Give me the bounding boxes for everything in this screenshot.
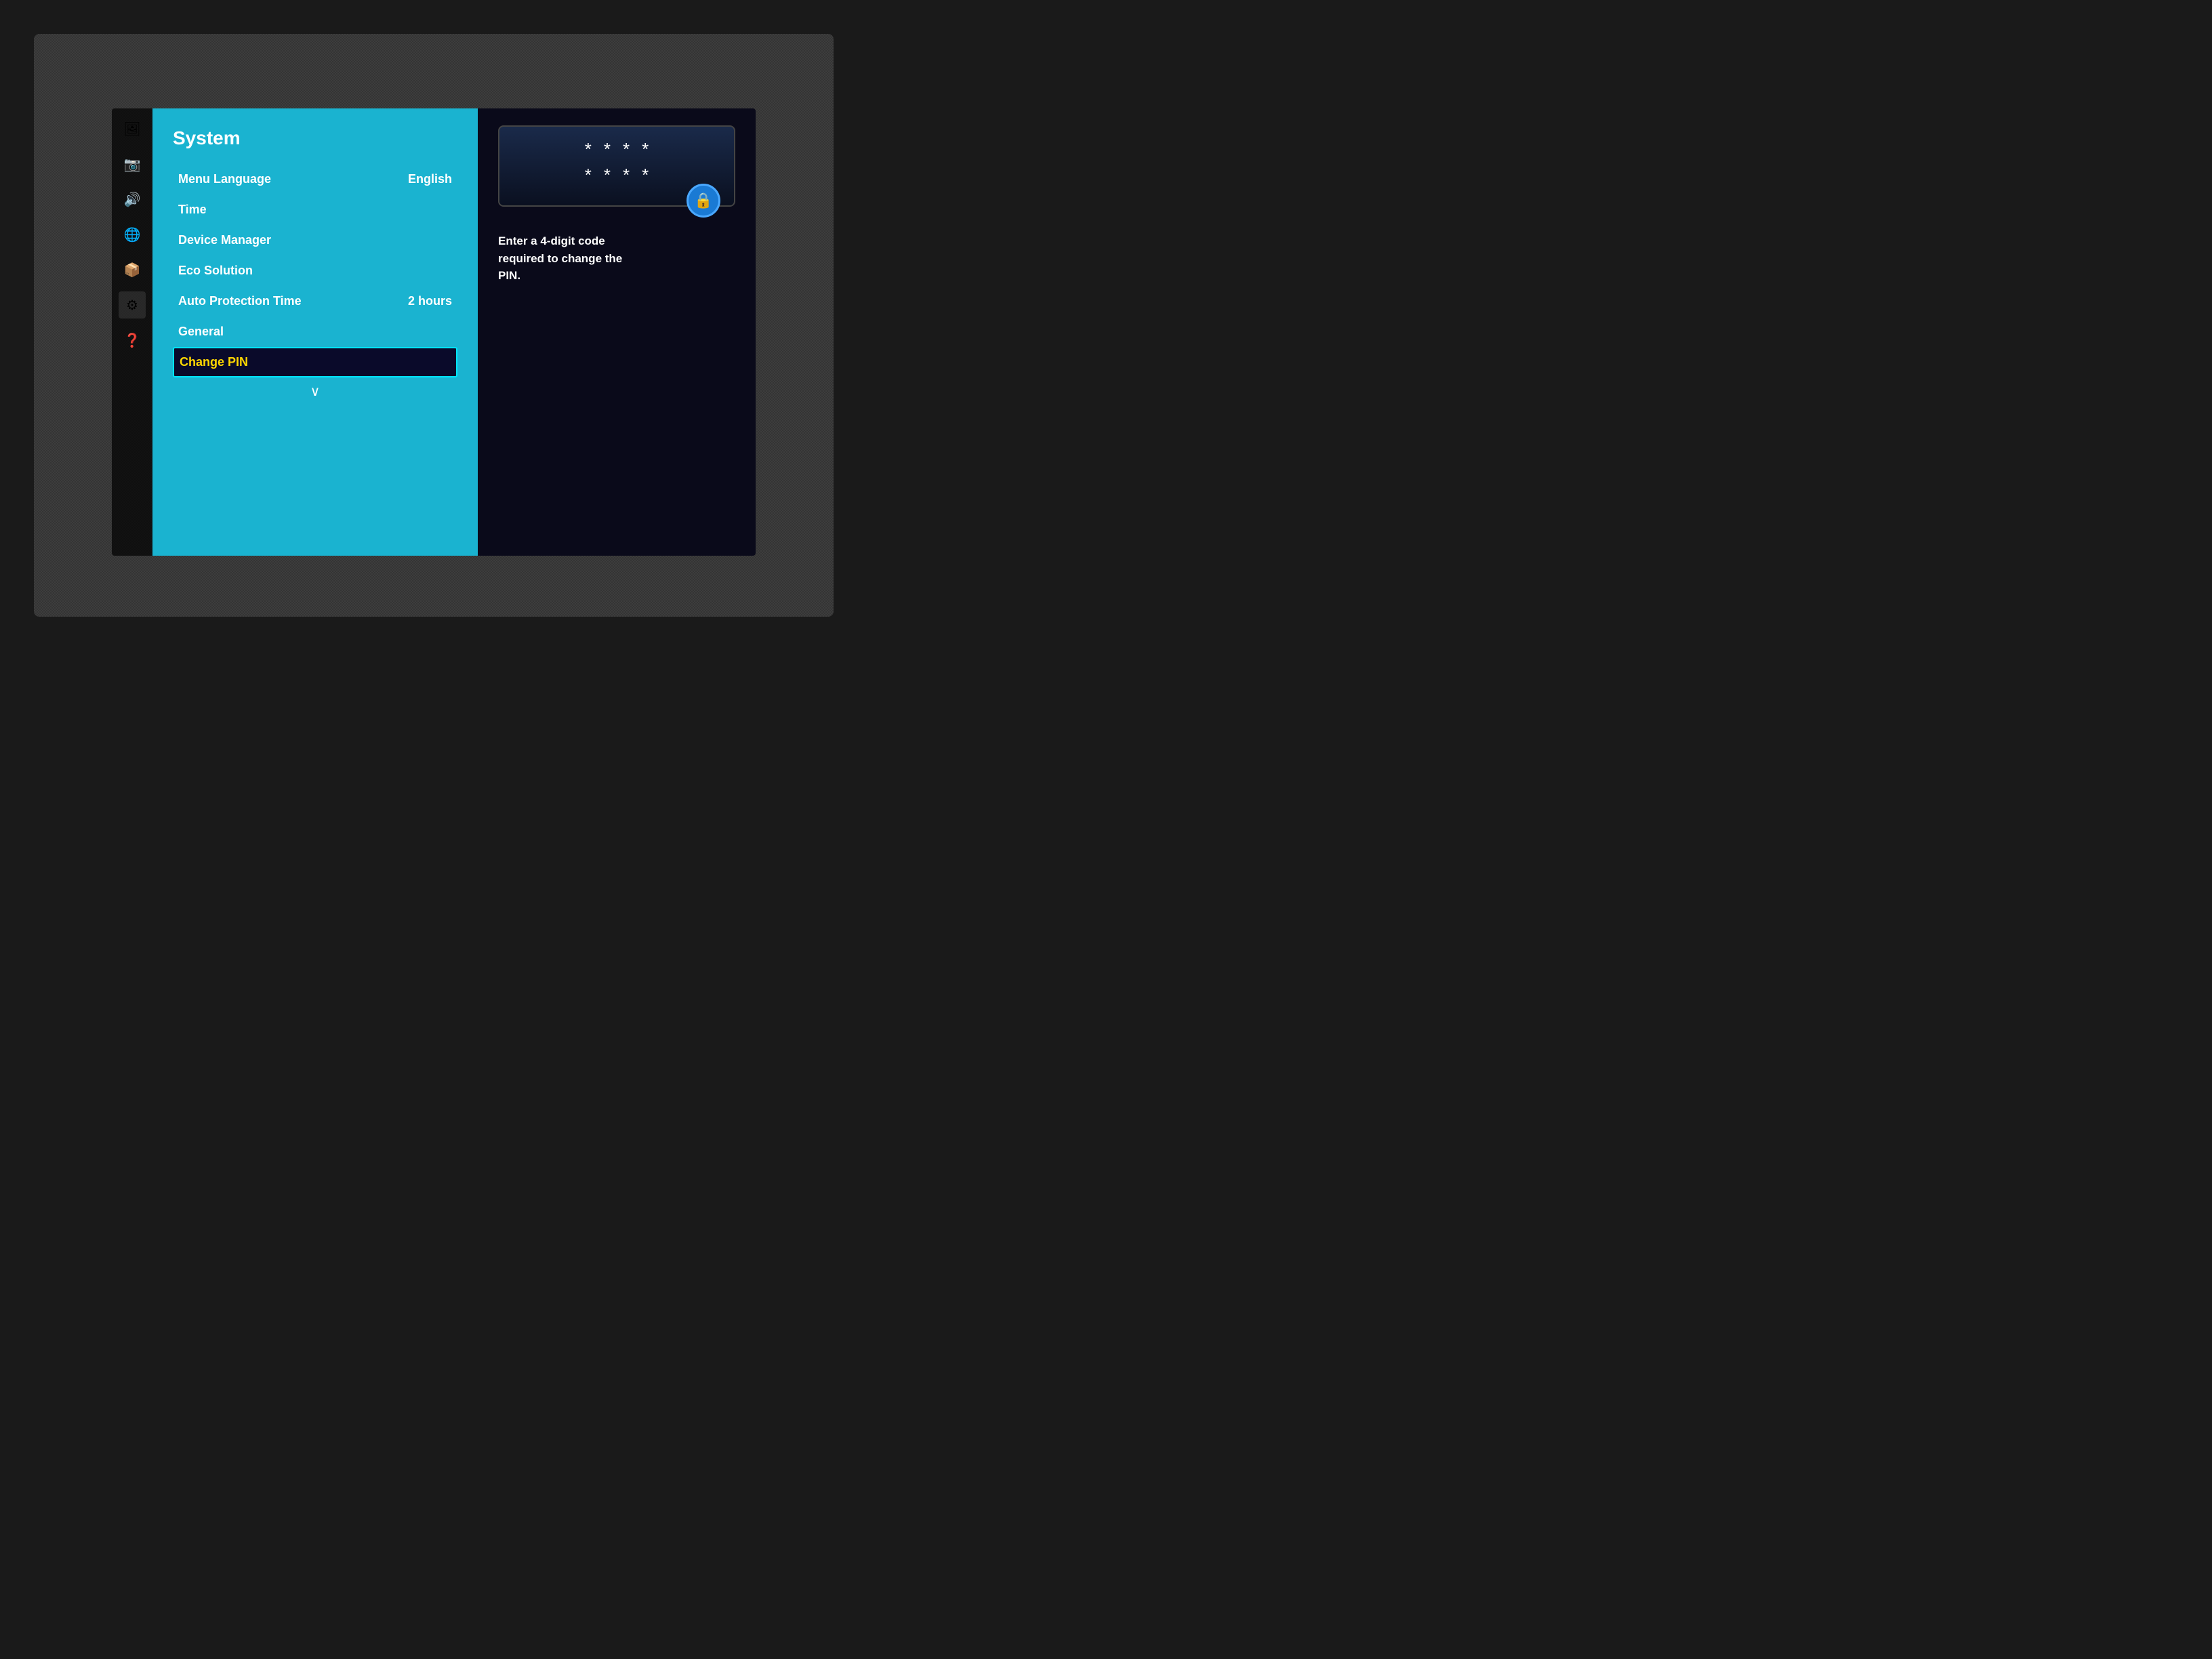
support-icon[interactable]: ❓ xyxy=(119,327,146,354)
network-icon[interactable]: 🌐 xyxy=(119,221,146,248)
sidebar: 🖼 📷 🔊 🌐 📦 ⚙ ❓ xyxy=(112,108,152,556)
apps-icon[interactable]: 📦 xyxy=(119,256,146,283)
pin-row-1: * * * * xyxy=(585,140,649,158)
menu-item-label: General xyxy=(178,325,224,339)
scroll-down-indicator: ∨ xyxy=(173,383,457,400)
system-panel: System Menu Language English Time Device Ma… xyxy=(152,108,478,556)
menu-item-label: Device Manager xyxy=(178,233,271,247)
pin-dot: * xyxy=(585,140,592,158)
menu-item-value: 2 hours xyxy=(408,294,452,308)
pin-display-box: * * * * * * * * 🔒 xyxy=(498,125,735,207)
menu-item-time[interactable]: Time xyxy=(173,194,457,225)
pin-dot: * xyxy=(642,166,649,184)
menu-item-auto-protection-time[interactable]: Auto Protection Time 2 hours xyxy=(173,286,457,316)
pin-dot: * xyxy=(604,140,611,158)
content-wrapper: 🖼 📷 🔊 🌐 📦 ⚙ ❓ System Menu Language English Time D… xyxy=(112,108,756,556)
pin-dot: * xyxy=(604,166,611,184)
settings-icon[interactable]: ⚙ xyxy=(119,291,146,319)
pin-entry-panel: * * * * * * * * 🔒 Enter a 4-digit coderequired… xyxy=(478,108,756,556)
menu-item-label: Eco Solution xyxy=(178,264,253,278)
system-title: System xyxy=(173,127,457,149)
menu-item-label: Change PIN xyxy=(180,355,248,369)
menu-item-general[interactable]: General xyxy=(173,316,457,347)
pin-row-2: * * * * xyxy=(585,166,649,184)
menu-item-label: Auto Protection Time xyxy=(178,294,302,308)
tv-screen: 🖼 📷 🔊 🌐 📦 ⚙ ❓ System Menu Language English Time D… xyxy=(34,34,834,617)
pin-instructions: Enter a 4-digit coderequired to change t… xyxy=(498,232,622,285)
audio-icon[interactable]: 🔊 xyxy=(119,186,146,213)
pin-dot: * xyxy=(623,166,630,184)
lock-icon: 🔒 xyxy=(694,192,712,209)
menu-item-menu-language[interactable]: Menu Language English xyxy=(173,164,457,194)
photos-icon[interactable]: 🖼 xyxy=(119,115,146,142)
menu-item-eco-solution[interactable]: Eco Solution xyxy=(173,255,457,286)
menu-item-value: English xyxy=(408,172,452,186)
menu-item-device-manager[interactable]: Device Manager xyxy=(173,225,457,255)
menu-item-change-pin[interactable]: Change PIN xyxy=(173,347,457,377)
pin-dot: * xyxy=(642,140,649,158)
menu-item-label: Time xyxy=(178,203,207,217)
menu-items-container: Menu Language English Time Device Manager Ec… xyxy=(173,164,457,377)
menu-item-label: Menu Language xyxy=(178,172,271,186)
pin-dot: * xyxy=(623,140,630,158)
pin-dot: * xyxy=(585,166,592,184)
camera-icon[interactable]: 📷 xyxy=(119,150,146,178)
lock-icon-container: 🔒 xyxy=(687,184,720,218)
